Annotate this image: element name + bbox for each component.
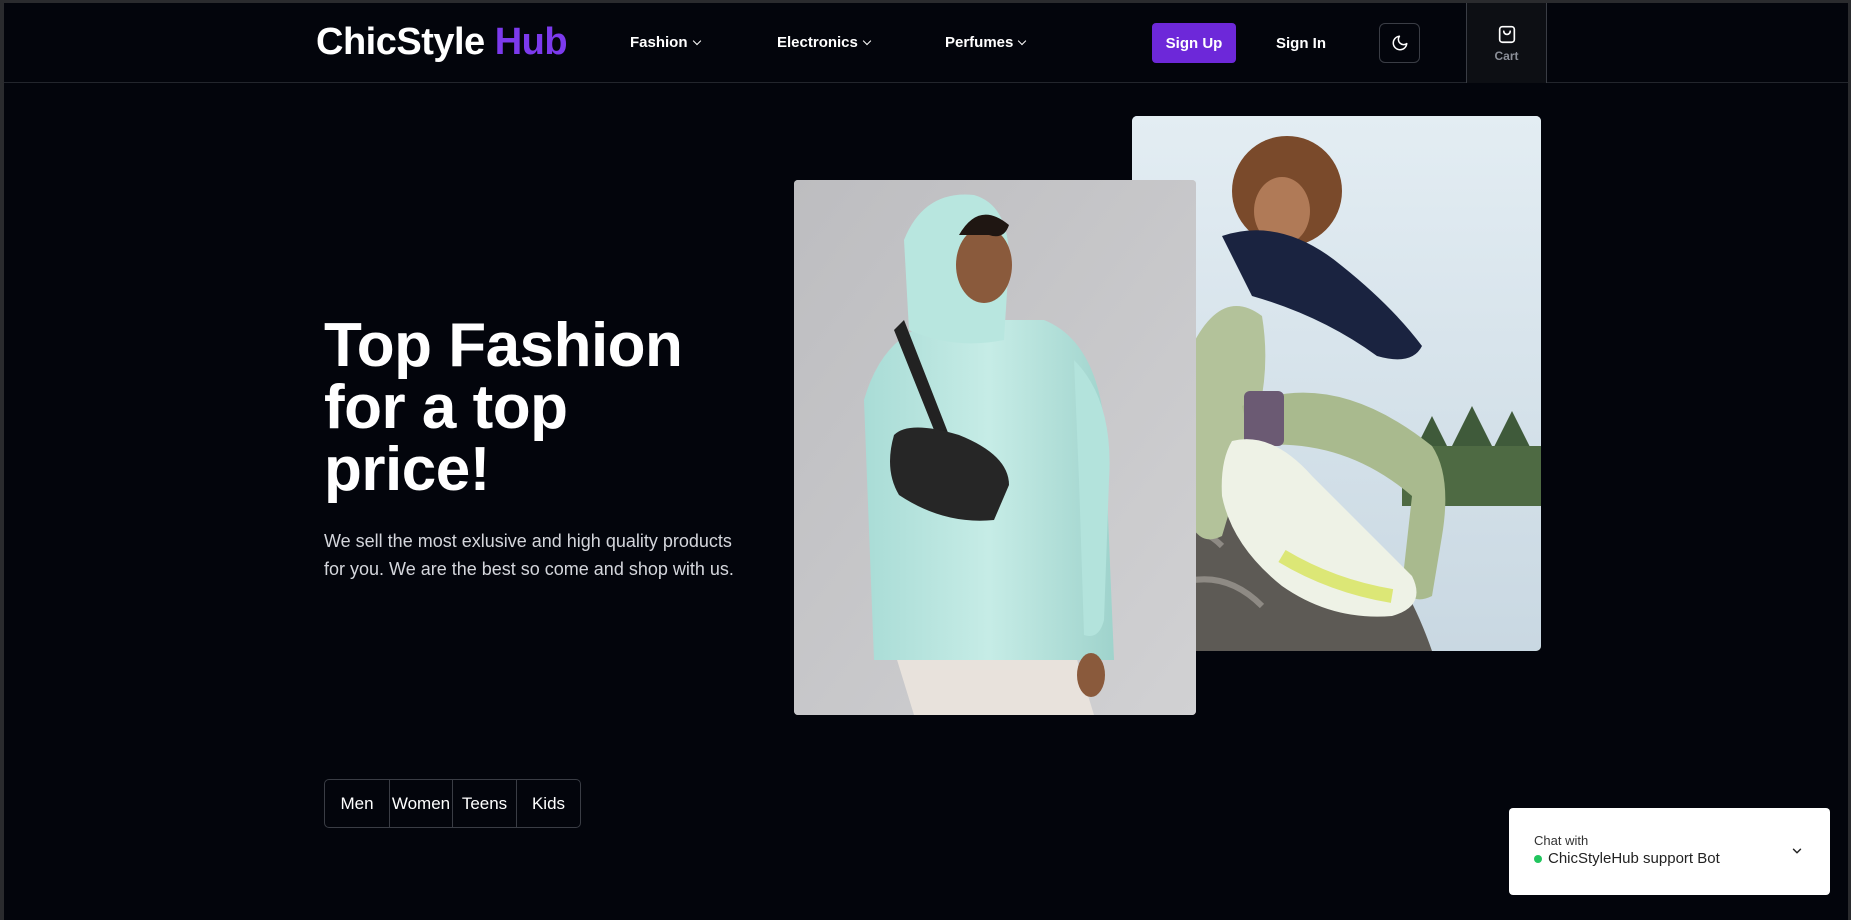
hero-title: Top Fashion for a top price!	[324, 311, 683, 504]
nav-item-electronics[interactable]: Electronics	[777, 34, 872, 51]
category-tabs: Men Women Teens Kids	[324, 779, 581, 828]
brand-logo[interactable]: ChicStyle Hub	[316, 21, 568, 64]
nav-item-perfumes[interactable]: Perfumes	[945, 34, 1027, 51]
online-status-dot	[1534, 854, 1542, 863]
chevron-down-icon	[862, 36, 872, 46]
hero-image-hoodie	[794, 180, 1196, 715]
chat-with-label: Chat with	[1534, 833, 1589, 848]
shopping-bag-icon	[1498, 25, 1515, 44]
nav-item-label: Fashion	[630, 34, 688, 51]
chevron-down-icon	[1018, 36, 1027, 46]
brand-name-part2: Hub	[494, 21, 568, 63]
hero-subtitle: We sell the most exlusive and high quali…	[324, 531, 734, 579]
chevron-down-icon	[692, 36, 701, 46]
category-tab-teens[interactable]: Teens	[453, 780, 517, 827]
brand-name-part1: ChicStyle	[316, 21, 485, 63]
nav-item-label: Perfumes	[945, 34, 1014, 51]
theme-toggle-button[interactable]	[1379, 23, 1420, 63]
support-chat-widget[interactable]: Chat with ChicStyleHub support Bot	[1509, 808, 1830, 895]
category-tab-men[interactable]: Men	[325, 780, 390, 827]
hoodie-model-illustration	[794, 180, 1196, 715]
cart-label: Cart	[1494, 49, 1519, 63]
moon-icon	[1392, 35, 1407, 51]
nav-item-label: Electronics	[777, 34, 858, 51]
window-frame-left	[0, 0, 4, 920]
sign-up-button[interactable]: Sign Up	[1152, 23, 1236, 63]
category-tab-women[interactable]: Women	[390, 780, 453, 827]
chat-bot-name-text: ChicStyleHub support Bot	[1548, 850, 1720, 867]
category-tab-kids[interactable]: Kids	[517, 780, 580, 827]
cart-button[interactable]: Cart	[1466, 3, 1547, 83]
nav-item-fashion[interactable]: Fashion	[630, 34, 701, 51]
navbar: ChicStyle Hub Fashion Electronics Perfum…	[4, 3, 1848, 83]
chevron-down-icon[interactable]	[1790, 844, 1804, 858]
chat-bot-name: ChicStyleHub support Bot	[1534, 850, 1720, 867]
sign-in-button[interactable]: Sign In	[1266, 23, 1336, 63]
